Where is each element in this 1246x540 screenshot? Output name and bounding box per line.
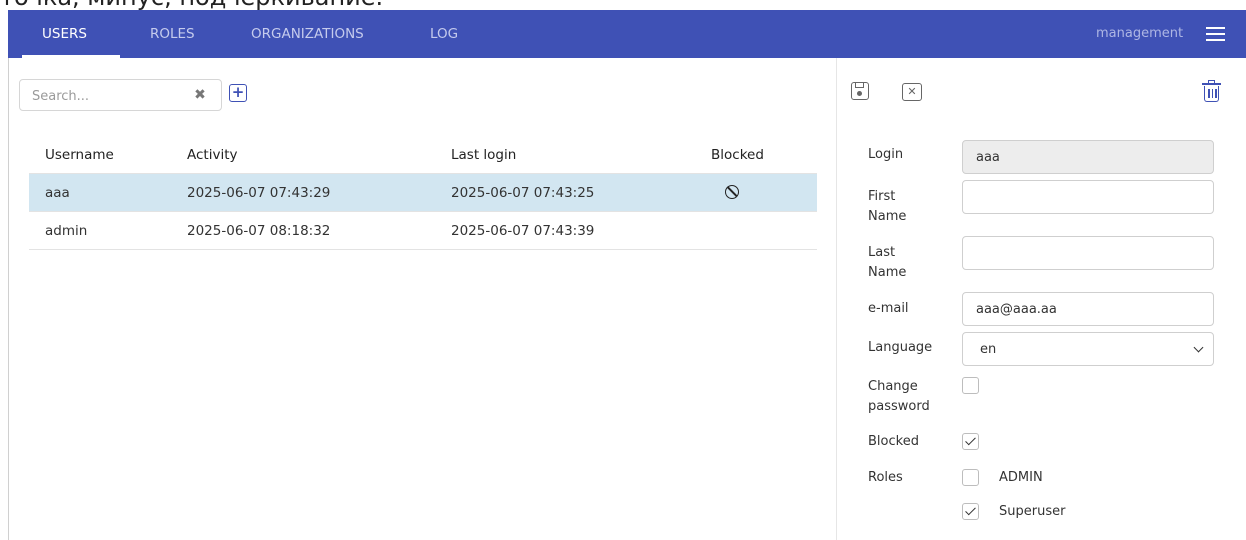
change-password-label: Change password (868, 377, 930, 417)
blocked-icon (725, 185, 739, 199)
first-name-label: First Name (868, 187, 906, 227)
roles-label: Roles (868, 470, 903, 485)
last-name-label-line2: Name (868, 265, 907, 280)
blocked-checkbox[interactable] (962, 433, 979, 450)
panel-divider (836, 58, 837, 540)
table-header-row: Username Activity Last login Blocked (29, 137, 817, 174)
login-label: Login (868, 147, 904, 162)
active-tab-indicator (22, 55, 120, 58)
email-field[interactable]: aaa@aaa.aa (962, 292, 1214, 326)
first-name-field[interactable] (962, 180, 1214, 214)
role-admin-label: ADMIN (999, 470, 1043, 485)
role-superuser-checkbox[interactable] (962, 503, 979, 520)
change-password-label-line1: Change (868, 379, 918, 394)
first-name-label-line1: First (868, 189, 896, 204)
cell-username: admin (45, 223, 88, 239)
language-select[interactable]: en (962, 332, 1214, 366)
cell-last-login: 2025-06-07 07:43:39 (451, 223, 595, 239)
language-selected-value: en (980, 342, 997, 357)
page-caption-strip: точка, минус, подчеркивание. (0, 0, 1246, 10)
delete-trash-icon[interactable] (1202, 80, 1221, 102)
change-password-label-line2: password (868, 399, 930, 414)
left-border (8, 58, 9, 540)
column-header-activity[interactable]: Activity (187, 147, 238, 163)
current-user-label[interactable]: management (1096, 10, 1183, 58)
cell-last-login: 2025-06-07 07:43:25 (451, 185, 595, 201)
page-caption: точка, минус, подчеркивание. (0, 0, 383, 10)
top-navbar: USERS ROLES ORGANIZATIONS LOG management (8, 10, 1246, 58)
cancel-icon[interactable]: ✕ (902, 83, 922, 101)
cell-activity: 2025-06-07 08:18:32 (187, 223, 331, 239)
tab-organizations[interactable]: ORGANIZATIONS (251, 10, 364, 58)
tab-users[interactable]: USERS (42, 10, 87, 58)
blocked-label: Blocked (868, 434, 919, 449)
add-user-icon[interactable]: + (229, 84, 247, 102)
save-icon[interactable] (851, 82, 869, 100)
table-row[interactable]: aaa 2025-06-07 07:43:29 2025-06-07 07:43… (29, 174, 817, 212)
tab-log[interactable]: LOG (430, 10, 458, 58)
first-name-label-line2: Name (868, 209, 907, 224)
column-header-username[interactable]: Username (45, 147, 114, 163)
column-header-blocked[interactable]: Blocked (711, 147, 764, 163)
search-box (19, 79, 222, 111)
chevron-down-icon (1193, 342, 1204, 353)
cell-username: aaa (45, 185, 70, 201)
search-input[interactable] (32, 87, 182, 105)
email-label: e-mail (868, 301, 909, 316)
login-field: aaa (962, 140, 1214, 174)
last-name-label: Last Name (868, 243, 906, 283)
hamburger-menu-icon[interactable] (1206, 26, 1226, 42)
clear-search-icon[interactable]: ✖ (193, 87, 207, 103)
last-name-field[interactable] (962, 236, 1214, 270)
table-row[interactable]: admin 2025-06-07 08:18:32 2025-06-07 07:… (29, 212, 817, 250)
role-admin-checkbox[interactable] (962, 469, 979, 486)
language-label: Language (868, 340, 933, 355)
cell-activity: 2025-06-07 07:43:29 (187, 185, 331, 201)
last-name-label-line1: Last (868, 245, 896, 260)
column-header-last-login[interactable]: Last login (451, 147, 516, 163)
tab-roles[interactable]: ROLES (150, 10, 195, 58)
role-superuser-label: Superuser (999, 504, 1066, 519)
change-password-checkbox[interactable] (962, 377, 979, 394)
